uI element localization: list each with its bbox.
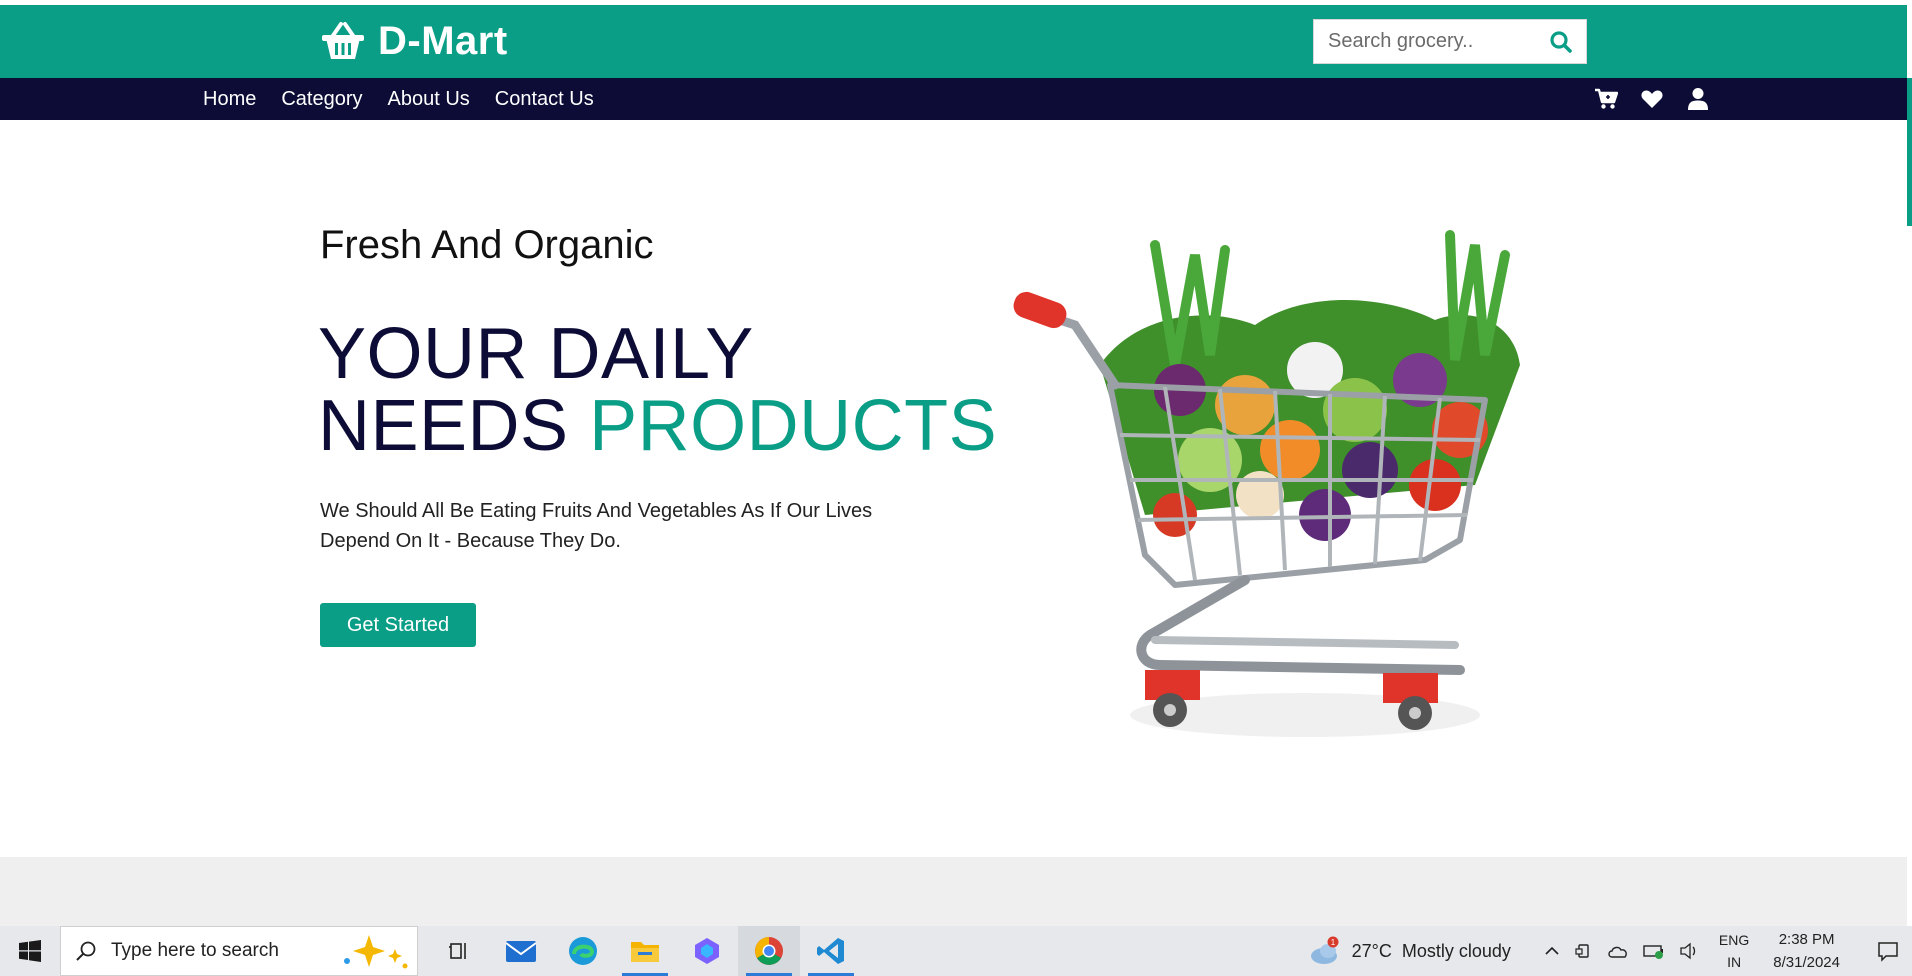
onedrive-icon[interactable]	[1607, 942, 1629, 960]
weather-temp: 27°C	[1351, 940, 1392, 961]
nav-icons	[1593, 86, 1711, 112]
search-icon	[76, 941, 96, 961]
nav-category[interactable]: Category	[281, 88, 362, 111]
logo[interactable]: D-Mart	[320, 19, 508, 64]
top-header: D-Mart	[0, 5, 1907, 78]
task-view-icon	[449, 943, 466, 959]
language-indicator[interactable]: ENG IN	[1719, 929, 1749, 973]
hero-eyebrow: Fresh And Organic	[320, 223, 654, 267]
system-tray: 1 27°C Mostly cloudy ENG IN 2:38 PM 8/31…	[1308, 926, 1912, 976]
lang-bottom: IN	[1727, 954, 1742, 970]
nav-home[interactable]: Home	[203, 88, 256, 111]
navbar: Home Category About Us Contact Us	[0, 78, 1907, 120]
clock[interactable]: 2:38 PM 8/31/2024	[1773, 928, 1840, 974]
copilot-icon	[695, 938, 719, 964]
browser-page: D-Mart Home Category About Us Contact Us	[0, 0, 1912, 976]
weather-widget[interactable]: 1 27°C Mostly cloudy	[1308, 936, 1511, 966]
vscode-icon	[817, 938, 844, 964]
nav-about-us[interactable]: About Us	[388, 88, 470, 111]
windows-icon	[19, 940, 41, 962]
search-input[interactable]	[1314, 20, 1536, 63]
start-button[interactable]	[0, 926, 60, 976]
basket-icon	[322, 21, 364, 59]
shopping-cart-illustration	[1013, 230, 1520, 737]
sparkle-icon	[344, 935, 408, 969]
search-icon	[1550, 30, 1572, 53]
copilot-app[interactable]	[676, 926, 738, 976]
weather-badge: 1	[1330, 938, 1335, 947]
lang-top: ENG	[1718, 932, 1750, 948]
headline-line-1: YOUR DAILY	[318, 314, 754, 394]
tray-icons	[1543, 942, 1699, 960]
edge-icon	[569, 937, 597, 965]
clock-time: 2:38 PM	[1778, 931, 1835, 948]
chevron-up-icon[interactable]	[1543, 942, 1561, 960]
nav-contact-us[interactable]: Contact Us	[495, 88, 594, 111]
file-explorer-app[interactable]	[614, 926, 676, 976]
taskbar-search-placeholder: Type here to search	[111, 940, 279, 961]
page-scrollbar-thumb[interactable]	[1907, 78, 1912, 226]
mail-app[interactable]	[490, 926, 552, 976]
mail-icon	[505, 941, 537, 962]
hero-description: We Should All Be Eating Fruits And Veget…	[320, 500, 873, 552]
search-button[interactable]	[1536, 20, 1586, 63]
taskbar-apps	[428, 926, 862, 976]
edge-app[interactable]	[552, 926, 614, 976]
cloud-icon: 1	[1310, 936, 1339, 964]
task-view-button[interactable]	[428, 926, 490, 976]
notification-button[interactable]	[1864, 926, 1912, 976]
user-icon[interactable]	[1685, 86, 1711, 112]
battery-icon[interactable]	[1643, 942, 1665, 960]
get-started-button[interactable]: Get Started	[320, 603, 476, 647]
vscode-app[interactable]	[800, 926, 862, 976]
cart-icon[interactable]	[1593, 86, 1619, 112]
windows-taskbar: Type here to search 1 27°C Mostly cloudy…	[0, 926, 1912, 976]
nav-links: Home Category About Us Contact Us	[203, 78, 619, 120]
next-section-band	[0, 857, 1907, 926]
search-box	[1313, 19, 1587, 64]
clock-date: 8/31/2024	[1773, 954, 1840, 971]
headline-line-2: NEEDS PRODUCTS	[318, 390, 997, 462]
chrome-app[interactable]	[738, 926, 800, 976]
taskbar-search-box[interactable]: Type here to search	[60, 926, 418, 976]
chrome-icon	[755, 937, 783, 965]
volume-icon[interactable]	[1679, 942, 1699, 960]
hero-section: Fresh And Organic YOUR DAILY NEEDS PRODU…	[0, 120, 1907, 857]
meet-now-icon[interactable]	[1575, 942, 1593, 960]
weather-desc: Mostly cloudy	[1401, 940, 1511, 961]
notification-icon	[1878, 942, 1898, 962]
hero-headline: YOUR DAILY NEEDS PRODUCTS	[318, 318, 997, 462]
folder-icon	[631, 942, 659, 962]
logo-text: D-Mart	[378, 19, 508, 63]
heart-icon[interactable]	[1639, 86, 1665, 112]
headline-line-2-text: NEEDS	[318, 386, 590, 466]
headline-accent: PRODUCTS	[589, 386, 998, 466]
